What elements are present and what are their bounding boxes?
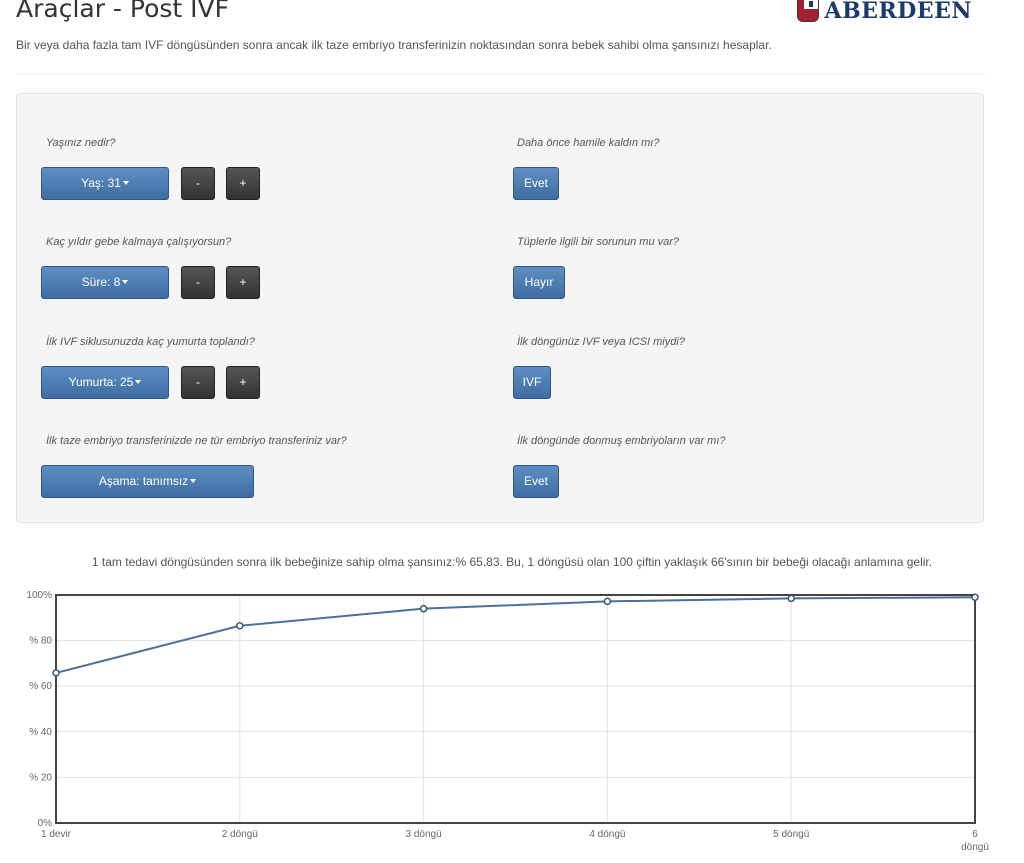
divider <box>16 74 986 75</box>
data-point <box>236 622 244 630</box>
logo-wordmark: ABERDEEN <box>824 0 972 24</box>
data-point <box>971 593 979 602</box>
duration-dropdown[interactable]: Süre: 8 <box>41 266 169 299</box>
x-tick-label: 1 devir <box>41 829 72 840</box>
y-tick-label: 0% <box>38 818 53 829</box>
ivf-icsi-toggle[interactable]: IVF <box>513 366 551 399</box>
caret-down-icon <box>135 379 142 384</box>
eggs-dropdown[interactable]: Yumurta: 25 <box>41 366 169 399</box>
data-point <box>603 597 612 606</box>
duration-increment-button[interactable]: + <box>226 266 260 299</box>
crest-icon <box>797 0 819 22</box>
result-summary: 1 tam tedavi döngüsünden sonra ilk bebeğ… <box>91 555 933 569</box>
stage-question: İlk taze embriyo transferinizde ne tür e… <box>46 435 347 447</box>
cumulative-chance-chart: 0% % 20 % 40 % 60 % 80 100% 1 devir 2 döngü 3 dö… <box>26 590 989 853</box>
data-point <box>787 594 795 603</box>
series-line <box>55 596 976 674</box>
ivf-icsi-question: İlk döngünüz IVF veya ICSI miydi? <box>517 336 685 348</box>
duration-value: Süre: 8 <box>81 275 121 289</box>
age-increment-button[interactable]: + <box>226 167 260 200</box>
x-tick-label: 2 döngü <box>222 829 258 840</box>
eggs-question: İlk IVF siklusunuzda kaç yumurta topland… <box>46 336 255 348</box>
age-decrement-button[interactable]: - <box>181 167 215 200</box>
page-title: Araçlar - Post IVF <box>16 0 230 23</box>
x-tick-label: 4 döngü <box>589 829 625 840</box>
eggs-value: Yumurta: 25 <box>68 375 134 389</box>
caret-down-icon <box>122 180 129 185</box>
y-tick-label: % 60 <box>29 681 52 692</box>
stage-value: Aşama: tanımsız <box>98 474 189 488</box>
stage-dropdown[interactable]: Aşama: tanımsız <box>41 465 254 498</box>
age-dropdown[interactable]: Yaş: 31 <box>41 167 169 200</box>
eggs-increment-button[interactable]: + <box>226 366 260 399</box>
data-point <box>52 669 60 677</box>
input-panel: Yaşınız nedir? Yaş: 31 - + Kaç yıldır ge… <box>16 93 984 523</box>
age-question: Yaşınız nedir? <box>46 137 116 149</box>
x-tick-label: 5 döngü <box>773 829 809 840</box>
x-tick-label: 3 döngü <box>406 829 442 840</box>
frozen-question: İlk döngünde donmuş embriyoların var mı? <box>517 435 726 447</box>
data-point <box>419 604 428 613</box>
x-tick-label: döngü <box>961 842 989 853</box>
aberdeen-logo[interactable]: ABERDEEN <box>797 0 972 24</box>
duration-decrement-button[interactable]: - <box>181 266 215 299</box>
y-tick-label: % 20 <box>29 772 52 783</box>
caret-down-icon <box>190 478 197 483</box>
tubal-toggle[interactable]: Hayır <box>513 266 565 299</box>
tubal-question: Tüplerle ilgili bir sorunun mu var? <box>517 236 680 248</box>
eggs-decrement-button[interactable]: - <box>181 366 215 399</box>
age-value: Yaş: 31 <box>81 176 121 190</box>
pregnant-before-question: Daha önce hamile kaldın mı? <box>517 137 660 149</box>
x-tick-label: 6 <box>972 829 978 840</box>
plot-frame <box>55 594 976 824</box>
frozen-toggle[interactable]: Evet <box>513 465 559 498</box>
caret-down-icon <box>122 279 129 284</box>
y-tick-label: % 80 <box>29 636 52 647</box>
duration-question: Kaç yıldır gebe kalmaya çalışıyorsun? <box>46 236 232 248</box>
page-subtitle: Bir veya daha fazla tam IVF döngüsünden … <box>16 38 772 52</box>
pregnant-before-toggle[interactable]: Evet <box>513 167 559 200</box>
y-tick-label: % 40 <box>29 727 52 738</box>
y-tick-label: 100% <box>26 590 52 601</box>
